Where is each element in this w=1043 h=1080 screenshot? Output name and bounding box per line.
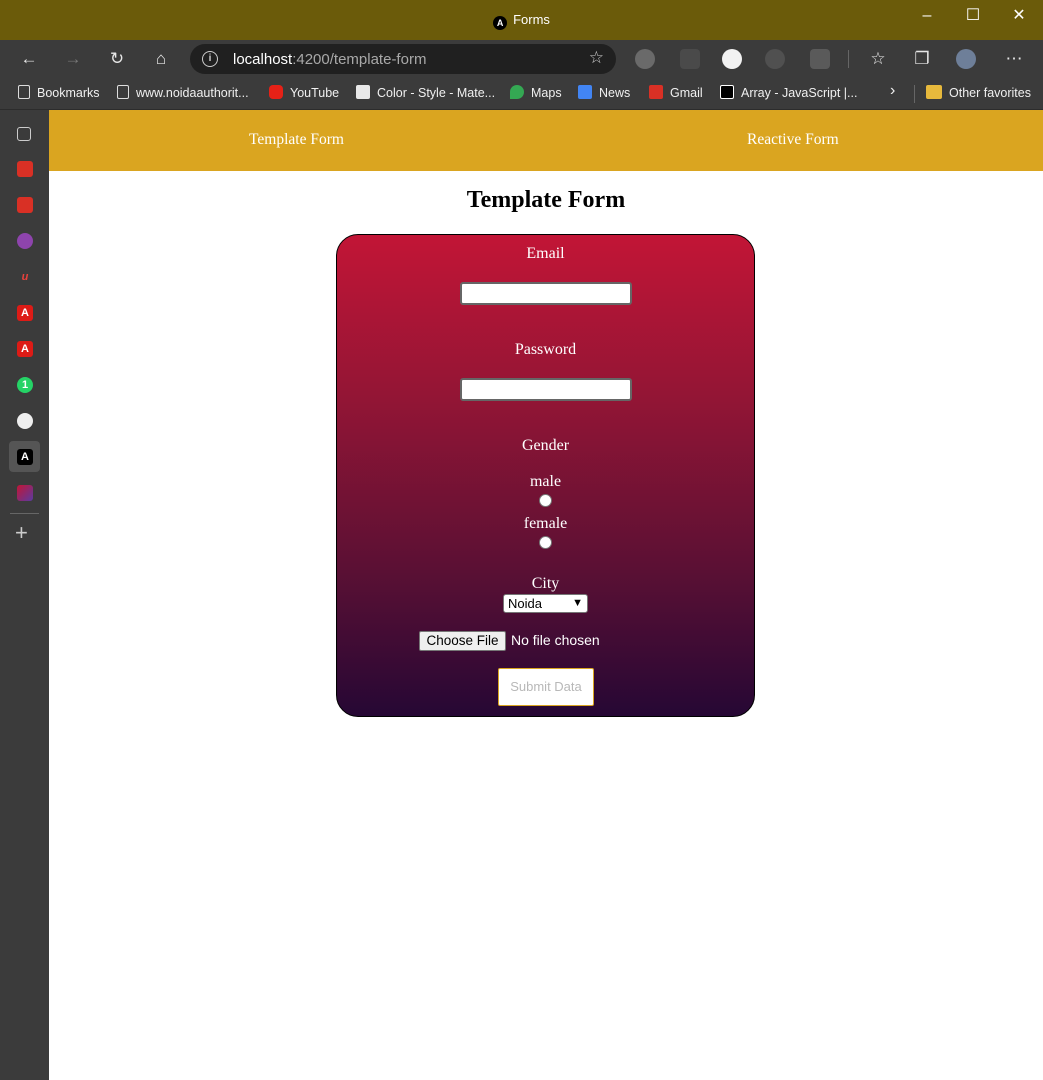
toolbar-divider — [848, 50, 849, 68]
url-path: :4200/template-form — [292, 51, 427, 68]
site-info-icon[interactable]: i — [202, 51, 218, 67]
back-arrow-icon[interactable]: ← — [17, 47, 41, 71]
more-options-icon[interactable]: ⋯ — [1002, 47, 1026, 71]
profile-avatar-icon[interactable] — [956, 49, 976, 69]
tab-actions-icon[interactable] — [17, 127, 31, 141]
bookmark-label: Other favorites — [949, 86, 1031, 100]
city-selected-value: Noida — [508, 596, 542, 611]
bookmark-folder[interactable]: Other favorites — [926, 85, 1031, 100]
app-circle-icon[interactable] — [17, 233, 33, 249]
gradient-app-icon[interactable] — [17, 485, 33, 501]
minimize-button[interactable]: – — [904, 4, 950, 32]
gmail-icon — [649, 85, 663, 99]
bookmark-label: Maps — [531, 86, 562, 100]
maximize-button[interactable]: ☐ — [950, 4, 996, 32]
extension-stack-icon[interactable] — [810, 49, 830, 69]
bookmark-item[interactable]: Gmail — [649, 85, 703, 100]
udemy-icon[interactable]: u — [17, 269, 33, 285]
collections-icon[interactable]: ❐ — [910, 47, 934, 71]
extension-cloud-icon[interactable] — [635, 49, 655, 69]
url-text[interactable]: localhost:4200/template-form — [233, 51, 426, 68]
bookmark-label: Gmail — [670, 86, 703, 100]
bookmark-label: Color - Style - Mate... — [377, 86, 496, 100]
gender-option-male-label: male — [529, 473, 562, 490]
password-field[interactable] — [460, 378, 632, 401]
page-title: Template Form — [466, 187, 626, 213]
extension-react-icon[interactable] — [765, 49, 785, 69]
bookmark-label: News — [599, 86, 631, 100]
window-title: A Forms — [0, 12, 1043, 30]
folder-icon — [926, 85, 942, 99]
window-titlebar: A Forms – ☐ ✕ — [0, 0, 1043, 40]
file-status-text: No file chosen — [511, 632, 600, 648]
bookmark-item[interactable]: News — [578, 85, 630, 100]
page-content: Template Form Reactive Form Template For… — [49, 110, 1043, 1080]
email-field[interactable] — [460, 282, 632, 305]
chevron-right-icon[interactable]: › — [890, 82, 895, 100]
gmail-icon[interactable] — [17, 161, 33, 177]
bookmark-item[interactable]: YouTube — [269, 85, 339, 100]
bookmark-item[interactable]: Color - Style - Mate... — [356, 85, 495, 100]
forward-arrow-icon[interactable]: → — [61, 47, 85, 71]
news-icon — [578, 85, 592, 99]
angular-icon: A — [493, 16, 508, 30]
home-icon[interactable]: ⌂ — [149, 47, 173, 71]
sidebar-divider — [10, 513, 39, 514]
gmail-icon[interactable] — [17, 197, 33, 213]
bookmark-label: YouTube — [290, 86, 340, 100]
email-label: Email — [526, 245, 565, 262]
github-icon[interactable] — [17, 413, 33, 429]
page-icon — [117, 85, 129, 99]
browser-sidebar: u A A 1 A + — [0, 110, 49, 1080]
bookmark-label: Array - JavaScript |... — [741, 86, 858, 100]
app-nav: Template Form Reactive Form — [49, 110, 1043, 171]
choose-file-button[interactable]: Choose File — [419, 631, 506, 651]
city-label: City — [531, 575, 560, 592]
form-card: Email Password Gender male female City N… — [336, 234, 755, 717]
maps-icon — [510, 85, 524, 99]
gender-radio-male[interactable] — [539, 494, 552, 507]
submit-button[interactable]: Submit Data — [498, 668, 594, 706]
browser-toolbar: ← → ↻ ⌂ i localhost:4200/template-form ☆… — [0, 40, 1043, 78]
angular-icon[interactable]: A — [17, 449, 33, 465]
bookmark-item[interactable]: www.noidaauthorit... — [117, 85, 249, 100]
nav-link-template-form[interactable]: Template Form — [249, 131, 344, 149]
password-label: Password — [514, 341, 577, 358]
bookmark-label: www.noidaauthorit... — [136, 86, 249, 100]
add-icon[interactable]: + — [15, 520, 28, 546]
favorites-icon[interactable]: ☆ — [866, 47, 890, 71]
gender-radio-female[interactable] — [539, 536, 552, 549]
gender-option-female-label: female — [523, 515, 568, 532]
window-title-text: Forms — [513, 12, 550, 27]
add-favorite-icon[interactable]: ☆ — [589, 48, 604, 68]
chevron-down-icon: ▼ — [572, 597, 583, 609]
angular-icon[interactable]: A — [17, 341, 33, 357]
close-button[interactable]: ✕ — [996, 4, 1042, 32]
bookmarks-divider — [914, 85, 915, 103]
material-icon — [356, 85, 370, 99]
whatsapp-icon[interactable]: 1 — [17, 377, 33, 393]
nav-link-reactive-form[interactable]: Reactive Form — [747, 131, 839, 149]
gender-label: Gender — [521, 437, 570, 454]
youtube-icon — [269, 85, 283, 99]
refresh-icon[interactable]: ↻ — [105, 47, 129, 71]
bookmark-item[interactable]: Maps — [510, 85, 562, 100]
bookmark-label: Bookmarks — [37, 86, 100, 100]
mdn-icon — [720, 85, 734, 99]
bookmarks-bar: Bookmarks www.noidaauthorit... YouTube C… — [0, 78, 1043, 110]
extension-pen-icon[interactable] — [680, 49, 700, 69]
url-host: localhost — [233, 51, 293, 68]
bookmark-item[interactable]: Bookmarks — [18, 85, 100, 100]
address-bar[interactable]: i localhost:4200/template-form ☆ — [190, 44, 616, 74]
page-icon — [18, 85, 30, 99]
city-select[interactable]: Noida ▼ — [503, 594, 588, 613]
bookmark-item[interactable]: Array - JavaScript |... — [720, 85, 857, 100]
extension-panda-icon[interactable] — [722, 49, 742, 69]
angular-icon[interactable]: A — [17, 305, 33, 321]
